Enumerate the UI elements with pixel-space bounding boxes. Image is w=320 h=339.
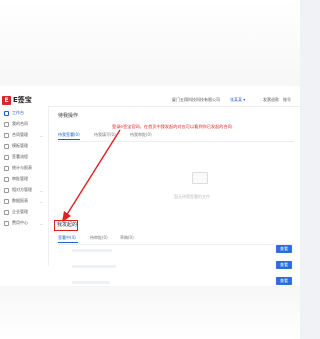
- screenshot-frame: E E签宝 厦门五翔科技科技有限公司 张某某 ▾ 发票退款 账号 工作台 我的合…: [0, 0, 300, 339]
- annotation-arrow-line: [65, 129, 121, 217]
- blurred-footer-area: [0, 286, 300, 339]
- annotation-arrow-head: [62, 211, 71, 222]
